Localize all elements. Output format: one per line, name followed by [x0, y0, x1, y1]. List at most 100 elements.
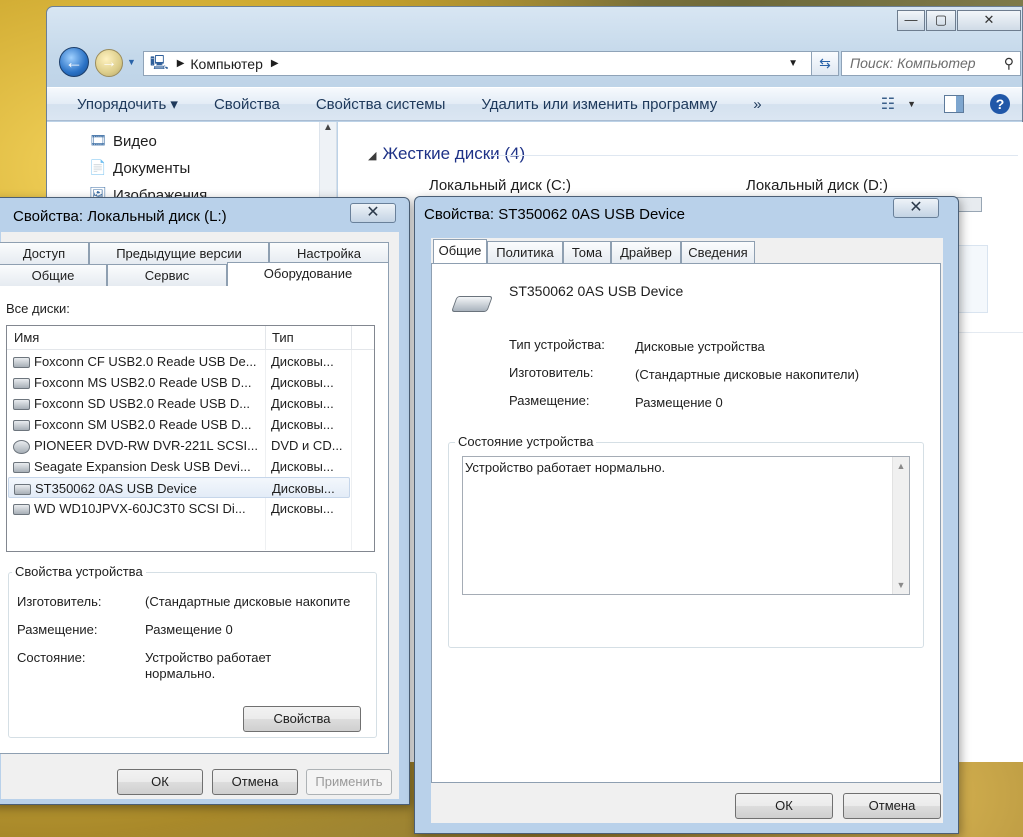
group-title: Жесткие диски (4) [382, 144, 526, 163]
nav-item-video[interactable]: 🎞 Видео [89, 132, 157, 150]
properties-button[interactable]: Свойства [243, 706, 361, 732]
system-properties-command[interactable]: Свойства системы [298, 96, 464, 113]
more-commands-chevron[interactable]: » [735, 96, 779, 113]
address-bar[interactable]: 🖳 ▶ Компьютер ▶ ▼ [143, 51, 833, 76]
disk-drive-icon [13, 420, 30, 432]
scroll-up-icon[interactable]: ▲ [323, 122, 333, 133]
arrow-left-icon: ← [65, 52, 83, 72]
group-divider [488, 155, 1018, 156]
disk-drive-icon [13, 504, 30, 516]
tab-general[interactable]: Общие [0, 264, 107, 286]
breadcrumb-separator-icon[interactable]: ▶ [271, 58, 279, 69]
prop-label: Состояние: [17, 650, 86, 665]
nav-item-documents[interactable]: 📄 Документы [89, 159, 190, 177]
ok-button[interactable]: ОК [117, 769, 203, 795]
device-type: Дисковы... [272, 481, 335, 496]
info-label: Размещение: [509, 393, 590, 408]
device-name: Foxconn SM USB2.0 Reade USB D... [34, 417, 252, 432]
scroll-up-icon[interactable]: ▲ [893, 461, 909, 471]
list-header: Имя Тип [7, 326, 374, 350]
local-disk-properties-dialog: Свойства: Локальный диск (L:) ✕ Доступ П… [0, 197, 410, 805]
properties-command[interactable]: Свойства [196, 96, 298, 113]
cancel-button[interactable]: Отмена [843, 793, 941, 819]
column-divider[interactable] [265, 326, 266, 350]
disk-drive-icon [14, 484, 31, 496]
list-item[interactable]: Seagate Expansion Desk USB Devi... Диско… [8, 456, 350, 477]
hardware-tab-panel: Все диски: Имя Тип Foxconn CF USB2.0 Rea… [0, 286, 389, 754]
address-dropdown-icon[interactable]: ▼ [788, 58, 798, 69]
tab-tools[interactable]: Сервис [107, 264, 227, 286]
tab-volumes[interactable]: Тома [563, 241, 611, 263]
column-header-name[interactable]: Имя [14, 330, 39, 345]
list-item[interactable]: Foxconn CF USB2.0 Reade USB De... Дисков… [8, 351, 350, 372]
info-label: Изготовитель: [509, 365, 594, 380]
scroll-down-icon[interactable]: ▼ [893, 580, 909, 590]
close-button[interactable]: ✕ [893, 198, 939, 218]
refresh-button[interactable]: ⇆ [811, 51, 839, 76]
device-type: Дисковы... [271, 501, 334, 516]
maximize-button[interactable]: ▢ [926, 10, 956, 31]
disk-drive-icon [13, 399, 30, 411]
apply-button[interactable]: Применить [306, 769, 392, 795]
tab-details[interactable]: Сведения [681, 241, 755, 263]
status-scrollbar[interactable]: ▲ ▼ [892, 457, 909, 594]
list-item[interactable]: Foxconn MS USB2.0 Reade USB D... Дисковы… [8, 372, 350, 393]
documents-library-icon: 📄 [89, 159, 107, 175]
device-properties-dialog: Свойства: ST350062 0AS USB Device ✕ Общи… [414, 196, 959, 834]
info-label: Тип устройства: [509, 337, 605, 352]
nav-item-label: Документы [113, 159, 191, 177]
collapse-icon[interactable]: ◢ [368, 150, 376, 162]
device-status-legend: Состояние устройства [455, 434, 597, 449]
search-placeholder: Поиск: Компьютер [850, 55, 976, 71]
tab-general[interactable]: Общие [433, 239, 487, 263]
tab-driver[interactable]: Драйвер [611, 241, 681, 263]
list-item[interactable]: PIONEER DVD-RW DVR-221L SCSI... DVD и CD… [8, 435, 350, 456]
column-divider[interactable] [351, 326, 352, 350]
drive-d-label[interactable]: Локальный диск (D:) [746, 177, 888, 194]
view-dropdown-icon[interactable]: ▼ [907, 99, 916, 109]
close-icon: ✕ [366, 204, 380, 221]
hard-disks-group-header[interactable]: ◢ Жесткие диски (4) [368, 144, 525, 164]
prop-label: Размещение: [17, 622, 98, 637]
close-button[interactable]: ✕ [350, 203, 396, 223]
list-item-selected[interactable]: ST350062 0AS USB Device Дисковы... [8, 477, 350, 498]
cancel-button[interactable]: Отмена [212, 769, 298, 795]
device-name: Foxconn SD USB2.0 Reade USB D... [34, 396, 251, 411]
uninstall-program-command[interactable]: Удалить или изменить программу [463, 96, 735, 113]
recent-pages-dropdown-icon[interactable]: ▼ [127, 57, 136, 67]
device-name: Foxconn CF USB2.0 Reade USB De... [34, 354, 257, 369]
list-item[interactable]: Foxconn SM USB2.0 Reade USB D... Дисковы… [8, 414, 350, 435]
disk-list[interactable]: Имя Тип Foxconn CF USB2.0 Reade USB De..… [6, 325, 375, 552]
prop-value-status: Устройство работает нормально. [145, 650, 272, 681]
close-button[interactable]: ✕ [957, 10, 1021, 31]
tab-sharing[interactable]: Доступ [0, 242, 89, 264]
prop-label: Изготовитель: [17, 594, 102, 609]
search-icon[interactable]: ⚲ [1004, 52, 1014, 75]
organize-menu[interactable]: Упорядочить ▾ [47, 95, 196, 113]
ok-button[interactable]: ОК [735, 793, 833, 819]
tab-policies[interactable]: Политика [487, 241, 563, 263]
back-button[interactable]: ← [59, 47, 89, 77]
tab-hardware[interactable]: Оборудование [227, 262, 389, 286]
forward-button[interactable]: → [95, 49, 123, 77]
device-properties-legend: Свойства устройства [12, 564, 146, 579]
help-icon[interactable]: ? [990, 94, 1010, 114]
general-tab-panel: ST350062 0AS USB Device Тип устройства: … [431, 263, 941, 783]
change-view-icon[interactable]: ☷ [881, 94, 895, 114]
status-text: Устройство работает нормально. [465, 460, 666, 475]
command-bar: Упорядочить ▾ Свойства Свойства системы … [47, 87, 1022, 121]
device-status-textbox[interactable]: Устройство работает нормально. ▲ ▼ [462, 456, 910, 595]
preview-pane-icon[interactable] [944, 95, 964, 113]
device-type: Дисковы... [271, 459, 334, 474]
column-header-type[interactable]: Тип [272, 330, 294, 345]
breadcrumb-computer[interactable]: Компьютер [190, 56, 262, 72]
list-item[interactable]: WD WD10JPVX-60JC3T0 SCSI Di... Дисковы..… [8, 498, 350, 519]
tab-customize[interactable]: Настройка [269, 242, 389, 264]
minimize-button[interactable]: — [897, 10, 925, 31]
tab-previous-versions[interactable]: Предыдущие версии [89, 242, 269, 264]
breadcrumb-separator-icon[interactable]: ▶ [177, 58, 185, 69]
search-input[interactable]: Поиск: Компьютер ⚲ [841, 51, 1021, 76]
drive-c-label[interactable]: Локальный диск (C:) [429, 177, 571, 194]
dvd-drive-icon [13, 439, 30, 454]
list-item[interactable]: Foxconn SD USB2.0 Reade USB D... Дисковы… [8, 393, 350, 414]
